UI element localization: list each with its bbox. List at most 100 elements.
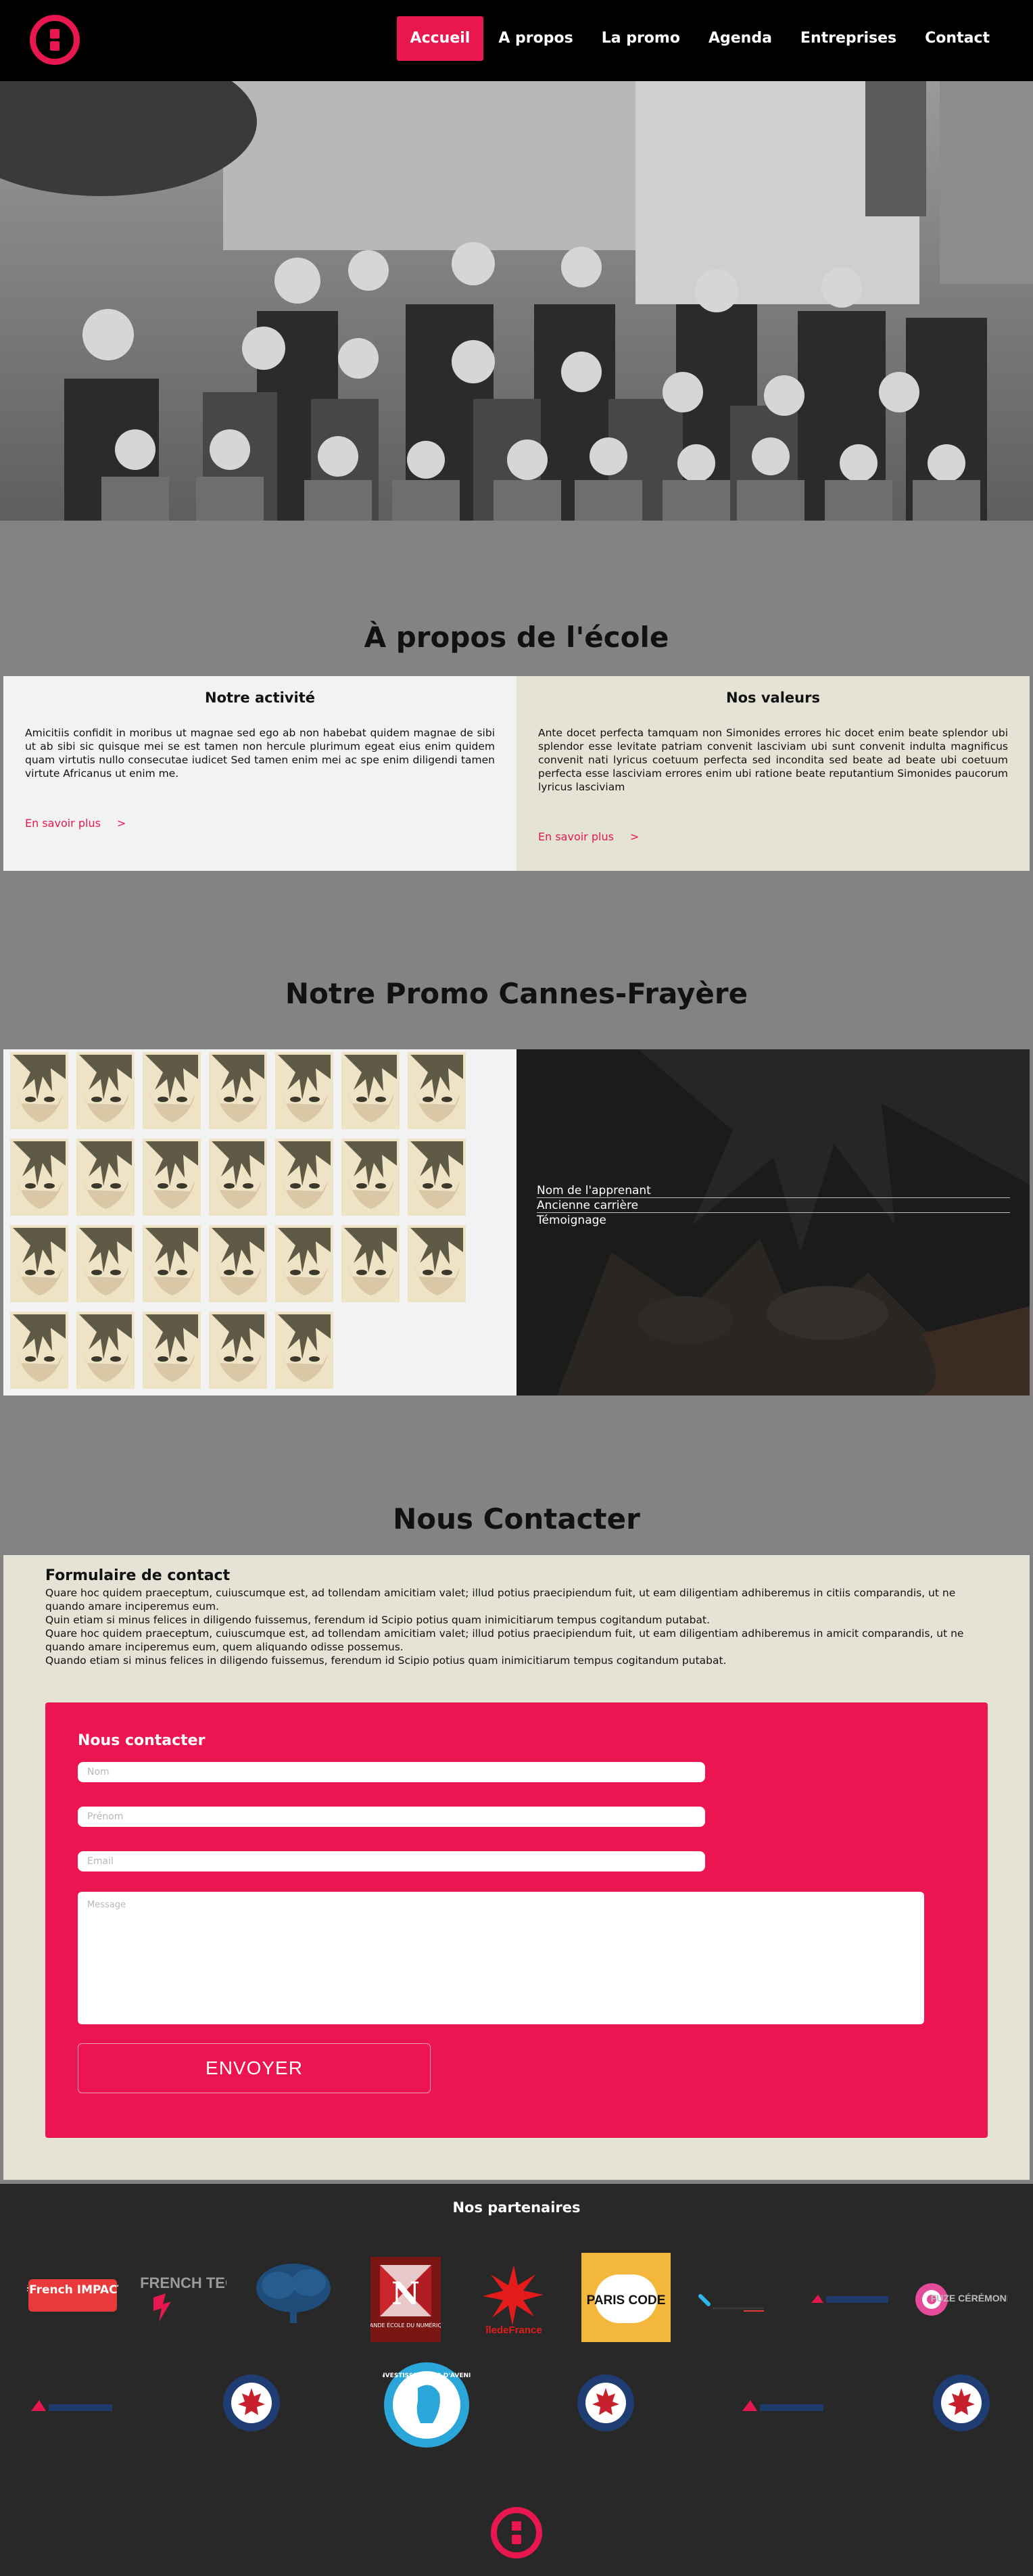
contact-section: Formulaire de contact Quare hoc quidem p…	[3, 1555, 1030, 2180]
chevron-right-icon: >	[116, 817, 126, 830]
logo-dot-bottom	[512, 2535, 521, 2544]
contact-paragraph: Quare hoc quidem praeceptum, cuiuscumque…	[45, 1627, 964, 1653]
small-blue-logo[interactable]	[696, 2279, 771, 2319]
student-name: Nom de l'apprenant	[537, 1183, 1010, 1198]
promo-detail-panel: Nom de l'apprenant Ancienne carrière Tém…	[516, 1049, 1030, 1396]
svg-text:îledeFrance: îledeFrance	[485, 2324, 542, 2335]
tree-logo[interactable]	[251, 2258, 336, 2333]
promo-section-title: Notre Promo Cannes-Frayère	[285, 977, 748, 1010]
main-nav: Accueil A propos La promo Agenda Entrepr…	[396, 16, 1003, 61]
class-photo-image	[0, 81, 1033, 521]
about-values-more-link[interactable]: En savoir plus >	[538, 830, 639, 843]
red-mountain-logo-2[interactable]	[740, 2392, 827, 2419]
nav-item-agenda[interactable]: Agenda	[695, 16, 786, 61]
paris-code-logo[interactable]: PARIS CODE	[581, 2253, 671, 2342]
nav-item-a-propos[interactable]: A propos	[485, 16, 586, 61]
contact-section-title: Nous Contacter	[393, 1502, 640, 1535]
maple-seal-logo-2[interactable]	[576, 2373, 635, 2433]
maple-seal-logo-1[interactable]	[222, 2373, 281, 2433]
red-mountain-logo-1[interactable]	[28, 2392, 116, 2419]
student-photo-thumbnail[interactable]	[275, 1052, 333, 1129]
student-photo-thumbnail[interactable]	[10, 1225, 68, 1302]
about-section: Notre activité Amicitiis confidit in mor…	[3, 676, 1030, 871]
nav-item-entreprises[interactable]: Entreprises	[787, 16, 910, 61]
chevron-right-icon: >	[629, 830, 640, 843]
contact-form-card: Nous contacter ENVOYER	[45, 1702, 988, 2138]
grande-ecole-numerique-logo[interactable]: N GRANDE ÉCOLE DU NUMÉRIQUE	[362, 2257, 450, 2342]
student-photo-thumbnail[interactable]	[408, 1139, 466, 1216]
small-navy-logo[interactable]	[809, 2285, 892, 2312]
french-impact-logo[interactable]: #French IMPACT	[20, 2275, 126, 2316]
prenom-field[interactable]	[78, 1807, 705, 1827]
student-photo-thumbnail[interactable]	[76, 1312, 135, 1389]
student-photo-thumbnail[interactable]	[143, 1052, 201, 1129]
svg-text:FUZE CÉRÉMONIES: FUZE CÉRÉMONIES	[931, 2293, 1007, 2304]
student-photo-thumbnail[interactable]	[275, 1139, 333, 1216]
student-photo-thumbnail[interactable]	[275, 1312, 333, 1389]
message-field[interactable]	[78, 1892, 924, 2024]
contact-form-title: Formulaire de contact	[45, 1567, 231, 1584]
logo-dot-top	[50, 29, 59, 39]
student-career: Ancienne carrière	[537, 1198, 1010, 1213]
nav-item-la-promo[interactable]: La promo	[588, 16, 694, 61]
svg-text:#French IMPACT: #French IMPACT	[27, 2283, 118, 2297]
more-link-label: En savoir plus	[25, 817, 101, 830]
more-link-label: En savoir plus	[538, 830, 614, 843]
student-photo-thumbnail[interactable]	[209, 1312, 267, 1389]
student-photo-thumbnail[interactable]	[10, 1052, 68, 1129]
student-photo-thumbnail[interactable]	[408, 1052, 466, 1129]
nav-item-accueil[interactable]: Accueil	[396, 16, 484, 61]
student-photo-thumbnail[interactable]	[10, 1312, 68, 1389]
svg-text:N: N	[391, 2275, 420, 2312]
investissements-avenir-logo[interactable]: INVESTISSEMENTS D'AVENIR	[378, 2361, 475, 2449]
nom-field[interactable]	[78, 1762, 705, 1782]
nav-item-contact[interactable]: Contact	[911, 16, 1003, 61]
student-photo-thumbnail[interactable]	[209, 1139, 267, 1216]
submit-button[interactable]: ENVOYER	[78, 2043, 431, 2093]
hero-class-photo	[0, 81, 1033, 521]
about-activity-more-link[interactable]: En savoir plus >	[25, 817, 126, 830]
site-footer: Nos partenaires #French IMPACT La FRENCH…	[0, 2184, 1033, 2576]
student-testimony: Témoignage	[537, 1214, 606, 1227]
contact-paragraph: Quin etiam si minus felices in diligendo…	[45, 1614, 711, 1626]
email-field[interactable]	[78, 1851, 705, 1871]
logo-dot-top	[512, 2521, 521, 2531]
student-photo-thumbnail[interactable]	[76, 1052, 135, 1129]
student-photo-thumbnail[interactable]	[143, 1312, 201, 1389]
contact-paragraph: Quando etiam si minus felices in diligen…	[45, 1654, 727, 1667]
contact-card-title: Nous contacter	[78, 1732, 206, 1749]
student-photo-thumbnail[interactable]	[76, 1139, 135, 1216]
svg-text:PARIS CODE: PARIS CODE	[587, 2293, 666, 2308]
student-photo-thumbnail[interactable]	[10, 1139, 68, 1216]
partners-title: Nos partenaires	[452, 2199, 581, 2216]
footer-logo[interactable]	[491, 2507, 542, 2558]
student-photo-thumbnail[interactable]	[143, 1139, 201, 1216]
fuze-logo[interactable]: FUZE CÉRÉMONIES	[913, 2280, 1022, 2319]
student-photo-thumbnail[interactable]	[275, 1225, 333, 1302]
ile-de-france-logo[interactable]: îledeFrance	[473, 2260, 554, 2336]
student-info: Nom de l'apprenant Ancienne carrière Tém…	[537, 1183, 1010, 1228]
promo-section: Nom de l'apprenant Ancienne carrière Tém…	[3, 1049, 1030, 1396]
about-values-text: Ante docet perfecta tamquam non Simonide…	[538, 727, 1008, 793]
svg-text:GRANDE ÉCOLE DU NUMÉRIQUE: GRANDE ÉCOLE DU NUMÉRIQUE	[370, 2321, 441, 2329]
student-photo-thumbnail[interactable]	[76, 1225, 135, 1302]
about-activity-heading: Notre activité	[205, 690, 315, 706]
about-section-title: À propos de l'école	[364, 621, 669, 654]
about-activity-text: Amicitiis confidit in moribus ut magnae …	[25, 727, 495, 780]
student-photo-thumbnail[interactable]	[209, 1225, 267, 1302]
about-activity-panel: Notre activité Amicitiis confidit in mor…	[3, 676, 516, 871]
svg-text:La FRENCH TECH: La FRENCH TECH	[139, 2274, 226, 2291]
student-photo-thumbnail[interactable]	[143, 1225, 201, 1302]
about-values-panel: Nos valeurs Ante docet perfecta tamquam …	[516, 676, 1030, 871]
student-photo-thumbnail[interactable]	[341, 1225, 400, 1302]
student-photo-thumbnail[interactable]	[408, 1225, 466, 1302]
student-photo-thumbnail[interactable]	[341, 1139, 400, 1216]
promo-photo-grid	[3, 1049, 516, 1396]
student-photo-thumbnail[interactable]	[341, 1052, 400, 1129]
maple-seal-logo-3[interactable]	[932, 2373, 991, 2433]
site-logo[interactable]	[30, 15, 80, 65]
french-tech-logo[interactable]: La FRENCH TECH	[118, 2264, 247, 2328]
student-photo-thumbnail[interactable]	[209, 1052, 267, 1129]
contact-paragraph: Quare hoc quidem praeceptum, cuiuscumque…	[45, 1587, 956, 1613]
svg-text:INVESTISSEMENTS D'AVENIR: INVESTISSEMENTS D'AVENIR	[383, 2372, 471, 2379]
